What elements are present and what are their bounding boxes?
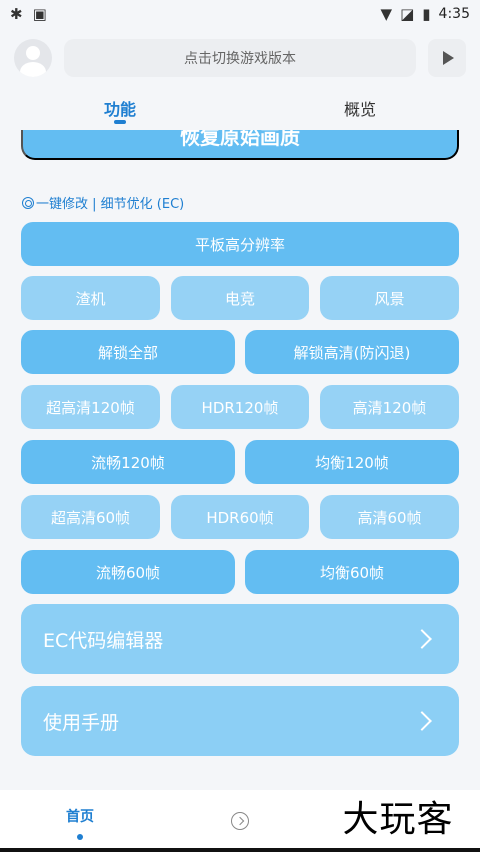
wifi-icon: ▼ bbox=[380, 5, 393, 23]
hdr-60fps-button[interactable]: HDR60帧 bbox=[171, 495, 309, 539]
bottom-nav-discover[interactable] bbox=[160, 790, 320, 852]
scenery-button[interactable]: 风景 bbox=[320, 276, 459, 320]
smooth-120fps-button[interactable]: 流畅120帧 bbox=[21, 440, 235, 484]
unlock-hd-button[interactable]: 解锁高清(防闪退) bbox=[245, 330, 459, 374]
compass-icon bbox=[231, 812, 249, 830]
chevron-right-icon bbox=[412, 711, 432, 731]
chevron-right-icon bbox=[412, 629, 432, 649]
uhd-120fps-button[interactable]: 超高清120帧 bbox=[21, 385, 160, 429]
home-indicator bbox=[0, 848, 480, 852]
hd-60fps-button[interactable]: 高清60帧 bbox=[320, 495, 459, 539]
target-icon bbox=[22, 196, 34, 209]
status-time: 4:35 bbox=[438, 6, 470, 22]
bottom-nav-home-label: 首页 bbox=[66, 809, 94, 825]
tab-overview[interactable]: 概览 bbox=[240, 86, 480, 126]
signal-off-icon: ◪ bbox=[400, 5, 415, 23]
user-manual-card[interactable]: 使用手册 bbox=[21, 686, 459, 756]
active-dot bbox=[77, 834, 83, 840]
app-notification-icon: ✱ bbox=[10, 5, 23, 23]
tablet-resolution-button[interactable]: 平板高分辨率 bbox=[21, 222, 459, 266]
tab-overview-label: 概览 bbox=[343, 100, 376, 119]
header-row: 点击切换游戏版本 bbox=[14, 38, 466, 78]
unlock-all-button[interactable]: 解锁全部 bbox=[21, 330, 235, 374]
uhd-60fps-button[interactable]: 超高清60帧 bbox=[21, 495, 160, 539]
battery-icon: ▮ bbox=[422, 5, 431, 23]
play-button[interactable] bbox=[428, 39, 466, 77]
smooth-60fps-button[interactable]: 流畅60帧 bbox=[21, 550, 235, 594]
section-header: 一键修改 | 细节优化 (EC) bbox=[22, 193, 184, 212]
user-manual-label: 使用手册 bbox=[43, 711, 120, 734]
tab-features[interactable]: 功能 bbox=[0, 86, 240, 126]
ec-code-editor-label: EC代码编辑器 bbox=[43, 629, 164, 652]
ec-code-editor-card[interactable]: EC代码编辑器 bbox=[21, 604, 459, 674]
esports-button[interactable]: 电竞 bbox=[171, 276, 309, 320]
balanced-120fps-button[interactable]: 均衡120帧 bbox=[245, 440, 459, 484]
bottom-nav-home[interactable]: 首页 bbox=[0, 790, 160, 852]
play-icon bbox=[443, 51, 454, 65]
hd-120fps-button[interactable]: 高清120帧 bbox=[320, 385, 459, 429]
tab-indicator bbox=[114, 120, 126, 124]
status-bar: ✱ ▣ ▼ ◪ ▮ 4:35 bbox=[0, 0, 480, 28]
balanced-60fps-button[interactable]: 均衡60帧 bbox=[245, 550, 459, 594]
watermark-logo: 大玩客 bbox=[318, 790, 478, 842]
features-scroll-area[interactable]: 恢复原始画质 一键修改 | 细节优化 (EC) 平板高分辨率 渣机 电竞 风景 … bbox=[0, 130, 480, 790]
game-version-selector[interactable]: 点击切换游戏版本 bbox=[64, 39, 416, 77]
avatar[interactable] bbox=[14, 39, 52, 77]
notification-a-icon: ▣ bbox=[32, 5, 47, 23]
tab-features-label: 功能 bbox=[103, 100, 136, 119]
restore-original-quality-button[interactable]: 恢复原始画质 bbox=[21, 130, 459, 160]
section-header-label: 一键修改 | 细节优化 (EC) bbox=[36, 197, 185, 212]
hdr-120fps-button[interactable]: HDR120帧 bbox=[171, 385, 309, 429]
tab-bar: 功能 概览 bbox=[0, 86, 480, 126]
low-end-button[interactable]: 渣机 bbox=[21, 276, 160, 320]
